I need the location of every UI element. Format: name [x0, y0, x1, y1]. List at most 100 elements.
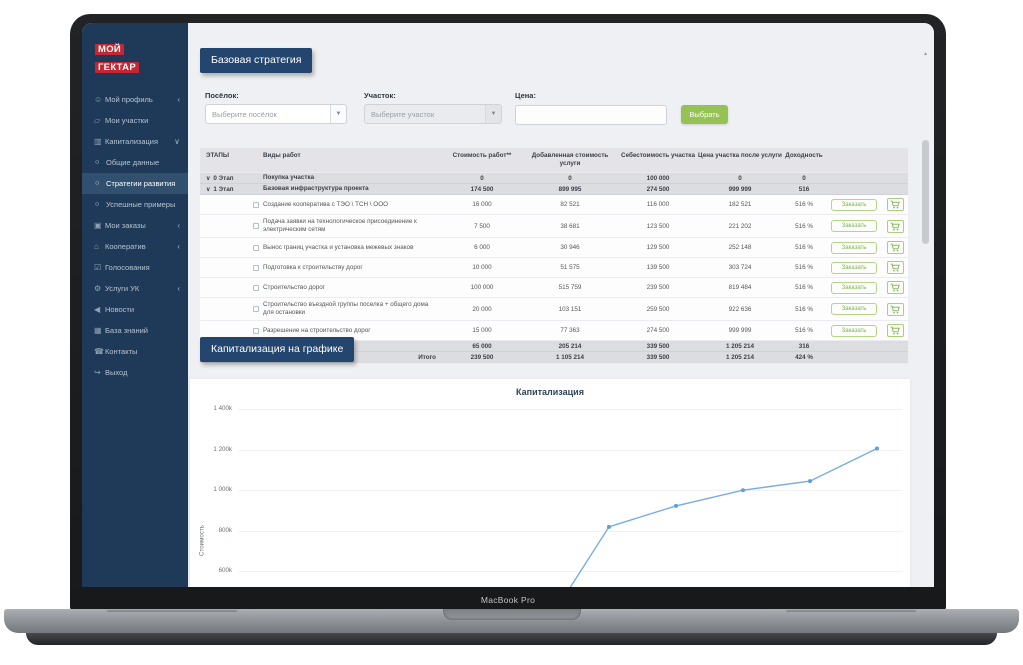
sidebar-item-label: База знаний: [105, 326, 148, 335]
cart-button[interactable]: [887, 281, 904, 294]
self-cell: 100 000: [618, 175, 698, 182]
capitalization-icon: ▥: [94, 137, 105, 146]
work-name-cell: Покупка участка: [263, 174, 442, 182]
stage-label: 0 Этап: [213, 175, 233, 182]
row-checkbox[interactable]: [253, 202, 259, 208]
work-name-cell: Создание кооператива с ТЭО \ ТСН \ ООО: [263, 201, 442, 209]
stage-row[interactable]: ∨0 ЭтапПокупка участка00100 00000: [200, 173, 908, 184]
cart-button[interactable]: [887, 303, 904, 316]
order-button[interactable]: Заказать: [831, 199, 877, 211]
row-checkbox[interactable]: [253, 285, 259, 291]
sidebar-item-2[interactable]: ▱Мои участки: [82, 110, 188, 131]
plot-label: Участок:: [364, 91, 502, 100]
sidebar-item-label: Мои участки: [105, 116, 148, 125]
chevron-collapsed-icon: ‹: [177, 242, 180, 251]
self-cell: 259 500: [618, 306, 698, 313]
sidebar-item-12[interactable]: ▦База знаний: [82, 320, 188, 341]
self-cell: 274 500: [618, 327, 698, 334]
added-cell: 515 759: [522, 284, 618, 291]
work-name-cell: Базовая инфраструктура проекта: [263, 185, 442, 193]
order-button[interactable]: Заказать: [831, 262, 877, 274]
added-cell: 103 151: [522, 306, 618, 313]
cart-button[interactable]: [887, 198, 904, 211]
order-button[interactable]: Заказать: [831, 282, 877, 294]
row-checkbox[interactable]: [253, 223, 259, 229]
sidebar-item-9[interactable]: ☑Голосования: [82, 257, 188, 278]
chevron-down-icon[interactable]: ▼: [485, 105, 501, 123]
sidebar-item-4[interactable]: ○Общие данные: [82, 152, 188, 173]
chevron-down-icon[interactable]: ▼: [330, 105, 346, 123]
stage-expand-icon[interactable]: ∨: [206, 175, 210, 182]
data-point-marker: [808, 479, 812, 483]
work-name-cell: Строительство дорог: [263, 284, 442, 292]
order-button[interactable]: Заказать: [831, 220, 877, 232]
stage-cell: ∨1 Этап: [200, 186, 248, 193]
sidebar-item-label: Услуги УК: [105, 284, 139, 293]
row-checkbox[interactable]: [253, 245, 259, 251]
sidebar-item-label: Кооператив: [105, 242, 146, 251]
sidebar-item-7[interactable]: ▣Мои заказы‹: [82, 215, 188, 236]
main-content: Базовая стратегия Посёлок: Выберите посё…: [188, 23, 934, 587]
logo-line-1: МОЙ: [95, 44, 124, 55]
work-name-cell: Подача заявки на технологическое присоед…: [263, 218, 442, 234]
scrollbar-up-arrow-icon[interactable]: ▲: [923, 51, 928, 57]
yield-cell: 516 %: [782, 306, 826, 313]
news-icon: ◀: [94, 305, 105, 314]
row-checkbox[interactable]: [253, 306, 259, 312]
logo-line-2: ГЕКТАР: [95, 62, 139, 73]
user-icon: ☺: [94, 95, 105, 104]
self-cell: 116 000: [618, 201, 698, 208]
order-button[interactable]: Заказать: [831, 303, 877, 315]
data-point-marker: [607, 525, 611, 529]
checkbox-cell: [248, 306, 263, 312]
order-button[interactable]: Заказать: [831, 325, 877, 337]
cost-cell: 20 000: [442, 306, 522, 313]
added-cell: 899 995: [522, 186, 618, 193]
macbook-screen: МОЙ ГЕКТАР ☺Мой профиль‹▱Мои участки▥Кап…: [70, 14, 946, 611]
cart-icon: [890, 243, 900, 252]
cart-button[interactable]: [887, 261, 904, 274]
yield-cell: 516 %: [782, 201, 826, 208]
voting-icon: ☑: [94, 263, 105, 272]
price-input[interactable]: [515, 105, 667, 125]
cart-button[interactable]: [887, 324, 904, 337]
row-checkbox[interactable]: [253, 265, 259, 271]
plot-select[interactable]: Выберите участок ▼: [364, 104, 502, 124]
order-button[interactable]: Заказать: [831, 242, 877, 254]
hinge-right: [786, 610, 916, 612]
knowledge-base-icon: ▦: [94, 326, 105, 335]
stage-row[interactable]: ∨1 Этап Базовая инфраструктура проекта174…: [200, 184, 908, 195]
select-button[interactable]: Выбрать: [681, 105, 728, 124]
chart-section-title: Капитализация на графике: [200, 337, 354, 362]
added-cell: 0: [522, 175, 618, 182]
sidebar-item-label: Общие данные: [106, 158, 159, 167]
sidebar-item-11[interactable]: ◀Новости: [82, 299, 188, 320]
column-header: Себестоимость участка: [618, 148, 698, 164]
sidebar-item-13[interactable]: ☎Контакты: [82, 341, 188, 362]
village-select[interactable]: Выберите посёлок ▼: [205, 104, 347, 124]
stage-cell: ∨0 Этап: [200, 175, 248, 182]
column-header: Виды работ: [263, 148, 442, 164]
sidebar-item-label: Новости: [105, 305, 134, 314]
cost-cell: 174 500: [442, 186, 522, 193]
cart-button[interactable]: [887, 241, 904, 254]
row-checkbox[interactable]: [253, 328, 259, 334]
scrollbar-thumb[interactable]: [922, 140, 929, 244]
logout-icon: ↪: [94, 368, 105, 377]
cart-icon: [890, 200, 900, 209]
sidebar-item-14[interactable]: ↪Выход: [82, 362, 188, 383]
sidebar-item-1[interactable]: ☺Мой профиль‹: [82, 89, 188, 110]
sidebar-item-8[interactable]: ⌂Кооператив‹: [82, 236, 188, 257]
order-cell: Заказать: [826, 220, 882, 232]
order-cell: Заказать: [826, 199, 882, 211]
data-point-marker: [875, 447, 879, 451]
sidebar-item-5[interactable]: ○Стратегии развития: [82, 173, 188, 194]
work-row: Создание кооператива с ТЭО \ ТСН \ ООО16…: [200, 195, 908, 215]
sidebar-item-10[interactable]: ⚙Услуги УК‹: [82, 278, 188, 299]
sidebar-item-3[interactable]: ▥Капитализация∨: [82, 131, 188, 152]
cart-button[interactable]: [887, 220, 904, 233]
cost-cell: 65 000: [442, 343, 522, 350]
stage-expand-icon[interactable]: ∨: [206, 186, 210, 193]
sidebar-item-label: Успешные примеры: [106, 200, 175, 209]
sidebar-item-6[interactable]: ○Успешные примеры: [82, 194, 188, 215]
